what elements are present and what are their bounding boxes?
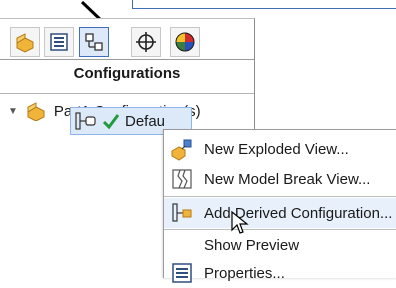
dimxpert-tab[interactable] [131,27,161,57]
check-icon [102,114,120,130]
menu-item-label: Show Preview [204,236,300,254]
menu-item-label: New Model Break View... [204,170,371,188]
menu-item-show-preview[interactable]: Show Preview [164,230,396,260]
menu-item-new-model-break-view[interactable]: New Model Break View... [164,164,396,194]
property-icon [50,33,68,51]
exploded-view-icon [171,139,192,161]
derived-configuration-icon [172,203,192,222]
property-manager-tab[interactable] [44,27,74,57]
crosshair-icon [136,32,156,52]
menu-separator [164,196,396,197]
configuration-label: Defau [125,112,166,130]
collapse-caret-icon[interactable]: ▼ [8,106,18,117]
menu-item-new-exploded-view[interactable]: New Exploded View... [164,134,396,164]
mouse-cursor-icon [231,210,249,234]
part-icon [27,102,45,121]
tab-divider [0,59,254,60]
callout-box [132,0,396,9]
menu-item-label: Properties... [204,264,285,282]
part-icon [16,33,34,53]
configuration-icon [75,112,96,130]
menu-item-properties[interactable]: Properties... [164,258,396,288]
model-break-view-icon [172,169,192,189]
properties-icon [172,263,192,283]
display-manager-tab[interactable] [170,27,200,57]
menu-item-add-derived-configuration[interactable]: Add Derived Configuration... [164,198,396,228]
configuration-icon [85,33,103,51]
heading-divider [0,93,254,94]
menu-item-label: New Exploded View... [204,140,349,158]
color-sphere-icon [175,32,195,52]
configuration-manager-tab[interactable] [79,27,109,57]
context-menu: New Exploded View... New Model Break Vie… [163,129,396,283]
feature-manager-tab[interactable] [10,27,40,57]
panel-heading: Configurations [73,65,181,82]
panel-tab-bar [0,19,254,59]
